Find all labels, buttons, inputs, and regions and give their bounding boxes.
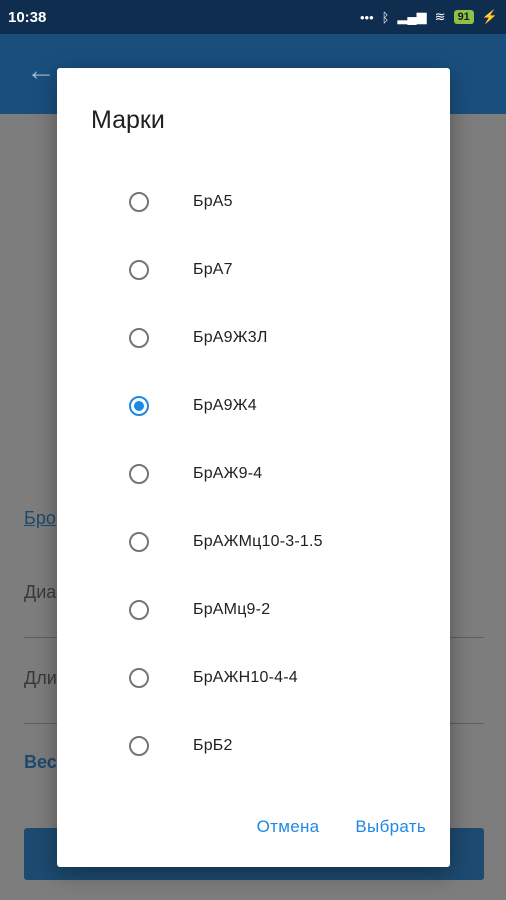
option-label: БрАЖМц10-3-1.5 [193,533,323,550]
option-label: БрА9Ж3Л [193,329,268,346]
radio-button[interactable] [129,192,149,212]
back-arrow-icon[interactable]: ← [26,56,56,86]
background-link: Бро [24,508,56,528]
radio-button[interactable] [129,668,149,688]
radio-button[interactable] [129,464,149,484]
list-item[interactable]: БрАЖ9-4 [57,440,450,508]
option-label: БрБ2 [193,737,233,754]
radio-button-checked[interactable] [129,396,149,416]
battery-icon: 91 [453,10,474,24]
more-dots-icon: ••• [359,9,374,25]
list-item[interactable]: БрАЖН10-4-4 [57,644,450,712]
radio-button[interactable] [129,600,149,620]
charging-icon: ⚡ [481,9,498,24]
wifi-icon: ≋ [434,9,446,24]
list-item[interactable]: БрАМц9-2 [57,576,450,644]
list-item[interactable]: БрА9Ж3Л [57,304,450,372]
option-label: БрА9Ж4 [193,397,257,414]
status-time: 10:38 [8,8,47,26]
cancel-button[interactable]: Отмена [257,817,320,837]
option-label: БрА5 [193,193,233,210]
dialog-title: Марки [91,106,165,134]
radio-button[interactable] [129,736,149,756]
option-label: БрАМц9-2 [193,601,271,618]
status-icons: ••• ᛒ ▂▄▆ ≋ 91 ⚡ [360,9,498,25]
grade-picker-dialog: Марки БрА5 БрА7 БрА9Ж3Л БрА9Ж4 БрАЖ9-4 Б… [57,68,450,867]
radio-button[interactable] [129,328,149,348]
option-label: БрАЖ9-4 [193,465,263,482]
list-item[interactable]: БрА9Ж4 [57,372,450,440]
option-label: БрАЖН10-4-4 [193,669,298,686]
list-item[interactable]: БрА7 [57,236,450,304]
background-field-diameter: Диа [24,582,57,602]
options-list[interactable]: БрА5 БрА7 БрА9Ж3Л БрА9Ж4 БрАЖ9-4 БрАЖМц1… [57,168,450,810]
background-total: Вес [24,752,57,772]
radio-button[interactable] [129,532,149,552]
list-item[interactable]: БрБ2 [57,712,450,780]
background-field-length: Дли [24,668,57,688]
list-item[interactable]: БрА5 [57,168,450,236]
radio-button[interactable] [129,260,149,280]
dialog-actions: Отмена Выбрать [257,817,426,837]
bluetooth-icon: ᛒ [381,9,390,25]
status-bar: 10:38 ••• ᛒ ▂▄▆ ≋ 91 ⚡ [0,0,506,34]
select-button[interactable]: Выбрать [355,817,426,837]
option-label: БрА7 [193,261,233,278]
list-item[interactable]: БрАЖМц10-3-1.5 [57,508,450,576]
signal-icon: ▂▄▆ [397,9,427,24]
